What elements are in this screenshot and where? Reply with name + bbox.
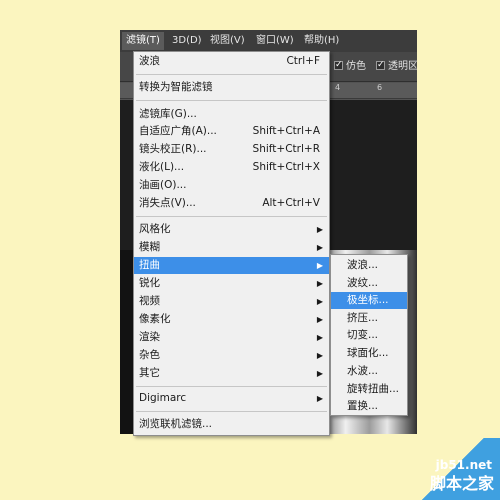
menu-help[interactable]: 帮助(H) — [300, 32, 343, 50]
menu-separator — [136, 386, 327, 387]
submenu-arrow-icon: ▶ — [316, 279, 323, 288]
menu-item-shortcut: Shift+Ctrl+R — [252, 143, 320, 155]
menu-item-label: 自适应广角(A)... — [139, 125, 217, 137]
submenu-arrow-icon: ▶ — [316, 369, 323, 378]
menu-item-label: 模糊 — [139, 241, 160, 253]
menu-item-digimarc[interactable]: Digimarc ▶ — [134, 390, 329, 407]
submenu-item-pinch[interactable]: 挤压... — [331, 310, 407, 327]
menu-item-convert-smart-filter[interactable]: 转换为智能滤镜 — [134, 79, 329, 96]
menu-item-last-filter[interactable]: 波浪 Ctrl+F — [134, 53, 329, 70]
distort-submenu: 波浪... 波纹... 极坐标... 挤压... 切变... 球面化... 水波… — [330, 254, 408, 416]
menu-separator — [136, 74, 327, 75]
menu-item-label: 锐化 — [139, 277, 160, 289]
submenu-item-wave[interactable]: 波浪... — [331, 257, 407, 274]
menu-item-label: 像素化 — [139, 313, 171, 325]
submenu-arrow-icon: ▶ — [316, 315, 323, 324]
filter-menu: 波浪 Ctrl+F 转换为智能滤镜 滤镜库(G)... 自适应广角(A)... … — [133, 51, 330, 436]
menu-item-label: 转换为智能滤镜 — [139, 81, 213, 93]
menu-filter[interactable]: 滤镜(T) — [122, 32, 164, 50]
menu-item-label: 波浪 — [139, 55, 160, 67]
menu-item-distort[interactable]: 扭曲 ▶ — [134, 257, 329, 274]
menu-item-label: 渲染 — [139, 331, 160, 343]
watermark-brand: 脚本之家 — [429, 474, 494, 493]
menu-item-label: 扭曲 — [139, 259, 160, 271]
ruler-tick: 4 — [335, 83, 341, 92]
menu-item-adaptive-wide-angle[interactable]: 自适应广角(A)... Shift+Ctrl+A — [134, 123, 329, 140]
transparency-checkbox[interactable] — [376, 58, 385, 72]
submenu-item-displace[interactable]: 置换... — [331, 398, 407, 415]
menu-item-label: Digimarc — [139, 392, 187, 404]
menu-item-stylize[interactable]: 风格化 ▶ — [134, 221, 329, 238]
menu-item-filter-gallery[interactable]: 滤镜库(G)... — [134, 106, 329, 123]
submenu-item-zigzag[interactable]: 水波... — [331, 363, 407, 380]
submenu-item-shear[interactable]: 切变... — [331, 327, 407, 344]
menu-separator — [136, 216, 327, 217]
menu-separator — [136, 411, 327, 412]
submenu-arrow-icon: ▶ — [316, 394, 323, 403]
menu-item-label: 杂色 — [139, 349, 160, 361]
menu-bar: 滤镜(T) 3D(D) 视图(V) 窗口(W) 帮助(H) — [120, 30, 417, 52]
submenu-arrow-icon: ▶ — [316, 243, 323, 252]
menu-view[interactable]: 视图(V) — [206, 32, 249, 50]
dither-option[interactable]: 仿色 — [334, 58, 366, 74]
watermark: jb51.net 脚本之家 — [405, 438, 500, 500]
submenu-arrow-icon: ▶ — [316, 297, 323, 306]
submenu-arrow-icon: ▶ — [316, 261, 323, 270]
menu-item-browse-online-filters[interactable]: 浏览联机滤镜... — [134, 416, 329, 433]
menu-item-pixelate[interactable]: 像素化 ▶ — [134, 311, 329, 328]
submenu-item-spherize[interactable]: 球面化... — [331, 345, 407, 362]
menu-item-video[interactable]: 视频 ▶ — [134, 293, 329, 310]
dither-checkbox[interactable] — [334, 58, 343, 72]
submenu-arrow-icon: ▶ — [316, 351, 323, 360]
menu-item-label: 消失点(V)... — [139, 197, 196, 209]
menu-item-oil-paint[interactable]: 油画(O)... — [134, 177, 329, 194]
menu-item-shortcut: Alt+Ctrl+V — [262, 197, 320, 209]
transparency-option[interactable]: 透明区域 — [376, 58, 417, 74]
menu-item-label: 油画(O)... — [139, 179, 187, 191]
submenu-arrow-icon: ▶ — [316, 225, 323, 234]
menu-item-lens-correction[interactable]: 镜头校正(R)... Shift+Ctrl+R — [134, 141, 329, 158]
menu-item-label: 其它 — [139, 367, 160, 379]
menu-item-other[interactable]: 其它 ▶ — [134, 365, 329, 382]
menu-item-label: 风格化 — [139, 223, 171, 235]
menu-item-render[interactable]: 渲染 ▶ — [134, 329, 329, 346]
transparency-label: 透明区域 — [388, 61, 417, 72]
menu-item-shortcut: Shift+Ctrl+A — [252, 125, 320, 137]
submenu-item-polar-coordinates[interactable]: 极坐标... — [331, 292, 407, 309]
menu-item-vanishing-point[interactable]: 消失点(V)... Alt+Ctrl+V — [134, 195, 329, 212]
submenu-item-twirl[interactable]: 旋转扭曲... — [331, 381, 407, 398]
submenu-arrow-icon: ▶ — [316, 333, 323, 342]
menu-item-label: 视频 — [139, 295, 160, 307]
menu-item-label: 浏览联机滤镜... — [139, 418, 213, 430]
menu-window[interactable]: 窗口(W) — [252, 32, 298, 50]
menu-item-liquify[interactable]: 液化(L)... Shift+Ctrl+X — [134, 159, 329, 176]
menu-item-label: 滤镜库(G)... — [139, 108, 197, 120]
menu-item-shortcut: Shift+Ctrl+X — [252, 161, 320, 173]
submenu-item-ripple[interactable]: 波纹... — [331, 275, 407, 292]
menu-item-noise[interactable]: 杂色 ▶ — [134, 347, 329, 364]
menu-separator — [136, 100, 327, 101]
menu-item-label: 液化(L)... — [139, 161, 185, 173]
menu-3d[interactable]: 3D(D) — [168, 32, 206, 50]
menu-item-shortcut: Ctrl+F — [286, 55, 320, 67]
ruler-tick: 6 — [377, 83, 383, 92]
menu-item-sharpen[interactable]: 锐化 ▶ — [134, 275, 329, 292]
menu-item-blur[interactable]: 模糊 ▶ — [134, 239, 329, 256]
dither-label: 仿色 — [346, 61, 366, 72]
menu-item-label: 镜头校正(R)... — [139, 143, 207, 155]
